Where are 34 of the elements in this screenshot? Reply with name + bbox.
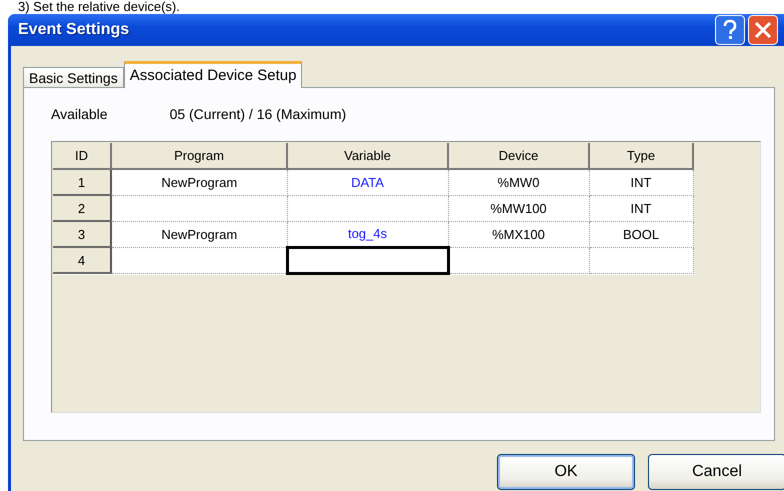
column-header[interactable]: Program — [111, 143, 287, 169]
table-cell[interactable] — [111, 195, 287, 221]
row-header[interactable]: 2 — [53, 195, 111, 221]
row-header[interactable]: 1 — [53, 169, 111, 195]
column-header[interactable]: ID — [53, 143, 111, 169]
row-header[interactable]: 3 — [53, 221, 111, 247]
table-cell[interactable]: BOOL — [589, 221, 693, 247]
table-cell[interactable]: INT — [589, 169, 693, 195]
column-header[interactable]: Variable — [287, 143, 448, 169]
dialog-button[interactable]: OK — [497, 454, 635, 490]
table-cell[interactable]: DATA — [287, 169, 448, 195]
table-cell[interactable] — [287, 247, 448, 273]
table-cell[interactable]: NewProgram — [111, 169, 287, 195]
table-cell[interactable]: %MW0 — [448, 169, 589, 195]
column-header[interactable]: Device — [448, 143, 589, 169]
table-cell[interactable] — [589, 247, 693, 273]
table-cell[interactable]: %MX100 — [448, 221, 589, 247]
caption-text: 3) Set the relative device(s). — [17, 0, 180, 14]
tab[interactable]: Basic Settings — [23, 67, 124, 87]
row-header[interactable]: 4 — [53, 247, 111, 273]
window-title: Event Settings — [18, 21, 130, 39]
available-label: Available — [51, 106, 108, 124]
table-cell[interactable] — [287, 195, 448, 221]
table-cell[interactable]: INT — [589, 195, 693, 221]
table-cell[interactable]: %MW100 — [448, 195, 589, 221]
table-cell[interactable]: tog_4s — [287, 221, 448, 247]
table-cell[interactable] — [448, 247, 589, 273]
available-count: 05 (Current) / 16 (Maximum) — [170, 106, 346, 124]
column-header[interactable]: Type — [589, 143, 693, 169]
table-cell[interactable]: NewProgram — [111, 221, 287, 247]
tab[interactable]: Associated Device Setup — [124, 61, 302, 88]
dialog-button[interactable]: Cancel — [648, 454, 784, 490]
close-icon[interactable] — [748, 15, 778, 45]
help-icon[interactable] — [715, 15, 745, 45]
